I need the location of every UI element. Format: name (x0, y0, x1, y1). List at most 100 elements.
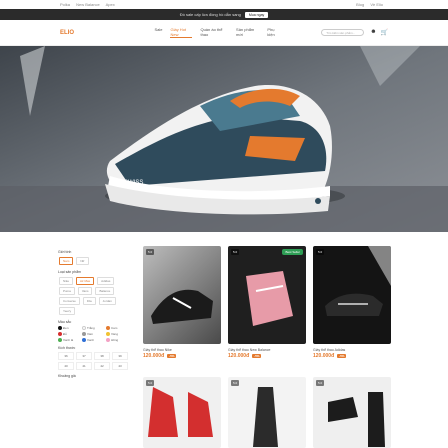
svg-text:K-SWISS: K-SWISS (118, 180, 143, 186)
filter-type[interactable]: Nike (59, 277, 74, 285)
filter-type[interactable]: Jordan (98, 297, 116, 305)
product-shoe-illustration (246, 271, 293, 326)
promo-button[interactable]: Mua ngay (244, 11, 269, 18)
color-label: Xám (87, 332, 94, 336)
product-image[interactable]: 5.0 (143, 246, 221, 344)
rating-badge: 5.0 (316, 380, 325, 386)
size-option[interactable]: 37 (76, 352, 92, 360)
filter-type[interactable]: Air Max (76, 277, 95, 285)
product-card[interactable]: 5.0 Best Seller Giày thể thao New Balanc… (228, 246, 306, 359)
search-input[interactable]: Tìm kiếm sản phẩm... (321, 29, 365, 36)
nav-sale[interactable]: Sale (154, 27, 162, 38)
color-option[interactable]: Đỏ (58, 332, 80, 336)
color-option[interactable]: Xanh lá (58, 338, 80, 342)
rating-badge: 5.0 (146, 249, 155, 255)
product-price: 120.000đ -5% (228, 353, 306, 359)
logo[interactable]: ELIO (60, 27, 78, 39)
size-option[interactable]: 36 (58, 352, 74, 360)
rating-badge: 5.0 (231, 380, 240, 386)
price-value: 120.000đ (228, 353, 250, 359)
filter-type[interactable]: Adidas (97, 277, 115, 285)
product-card[interactable]: 5.0 (313, 377, 391, 448)
color-swatches: Đen Trắng Cam Đỏ Xám Vàng Xanh lá Xanh H… (58, 326, 128, 342)
size-option[interactable]: 41 (76, 362, 92, 370)
product-card[interactable]: 5.0 Giày thể thao Adidas 120.000đ -5% (313, 246, 391, 359)
product-shoe-illustration (253, 387, 278, 447)
filter-gender-title: Giới tính (58, 250, 72, 254)
product-name[interactable]: Giày thể thao Adidas (313, 348, 391, 352)
product-image[interactable]: 5.0 (313, 246, 391, 344)
product-name[interactable]: Giày thể thao Nike (143, 348, 221, 352)
filter-type[interactable]: Balance (95, 287, 115, 295)
filter-color-title: Màu sắc (58, 320, 72, 324)
filter-type[interactable]: Yeezy (59, 307, 76, 315)
sale-badge: -5% (167, 354, 177, 358)
size-option[interactable]: 43 (112, 362, 128, 370)
size-option[interactable]: 38 (94, 352, 110, 360)
price-value: 120.000đ (313, 353, 335, 359)
color-label: Cam (111, 326, 118, 330)
color-label: Trắng (87, 326, 95, 330)
promo-banner: Đồ sale cấp lừa đồng hồ dẫn sang Mua nga… (0, 9, 448, 20)
product-shoe-illustration (325, 246, 391, 316)
color-label: Xanh lá (63, 338, 74, 342)
product-image[interactable]: 5.0 (313, 377, 391, 448)
size-option[interactable]: 39 (112, 352, 128, 360)
color-label: Đen (63, 326, 69, 330)
color-option[interactable]: Hồng (106, 338, 128, 342)
product-listing: Giới tính Nam Nữ Loại sản phẩm Nike Air … (0, 232, 448, 448)
cart-icon[interactable]: 🛒 (381, 29, 388, 36)
topbar-link-3[interactable]: Apex (106, 2, 115, 7)
product-grid: 5.0 Giày thể thao Nike 120.000đ -5% 5.0 B… (143, 246, 391, 359)
rating-badge: 5.0 (146, 380, 155, 386)
topbar-link-blog[interactable]: Blog (356, 2, 364, 7)
topbar-left-links: Polka New Balance Apex (60, 2, 120, 7)
product-price: 120.000đ -5% (143, 353, 221, 359)
price-value: 120.000đ (143, 353, 165, 359)
product-shoe-illustration (148, 387, 213, 437)
product-name[interactable]: Giày thể thao New Balance (228, 348, 306, 352)
sale-badge: -5% (252, 354, 262, 358)
filter-gender-male[interactable]: Nam (59, 257, 74, 265)
product-card[interactable]: 5.0 (143, 377, 221, 448)
nav-accessories[interactable]: Phụ kiện (267, 27, 281, 38)
color-option[interactable]: Vàng (106, 332, 128, 336)
filter-gender-female[interactable]: Nữ (76, 257, 89, 265)
color-option[interactable]: Xanh (82, 338, 104, 342)
nav-new-products[interactable]: Sản phẩm mới (236, 27, 259, 38)
topbar-link-1[interactable]: Polka (60, 2, 70, 7)
product-image[interactable]: 5.0 (143, 377, 221, 448)
color-label: Vàng (111, 332, 119, 336)
promo-text: Đồ sale cấp lừa đồng hồ dẫn sang (179, 12, 241, 17)
nav-hot-new[interactable]: Giày Hot New (170, 27, 193, 38)
product-image[interactable]: 5.0 (228, 377, 306, 448)
rating-badge: 5.0 (231, 249, 240, 255)
size-option[interactable]: 40 (58, 362, 74, 370)
hero-banner[interactable]: K-SWISS (0, 46, 448, 232)
main-nav: Sale Giày Hot New Quần áo thể thao Sản p… (154, 27, 281, 38)
color-option[interactable]: Cam (106, 326, 128, 330)
product-card[interactable]: 5.0 (228, 377, 306, 448)
logo-text: ELIO (60, 29, 75, 36)
color-option[interactable]: Đen (58, 326, 80, 330)
product-image[interactable]: 5.0 Best Seller (228, 246, 306, 344)
color-option[interactable]: Trắng (82, 326, 104, 330)
product-card[interactable]: 5.0 Giày thể thao Nike 120.000đ -5% (143, 246, 221, 359)
product-price: 120.000đ -5% (313, 353, 391, 359)
filter-type[interactable]: Converse (59, 297, 80, 305)
filter-size-title: Kích thước (58, 346, 76, 350)
topbar-link-about[interactable]: Về Elio (370, 2, 383, 7)
color-option[interactable]: Xám (82, 332, 104, 336)
nav-sportswear[interactable]: Quần áo thể thao (200, 27, 228, 38)
size-option[interactable]: 42 (94, 362, 110, 370)
topbar-link-2[interactable]: New Balance (76, 2, 100, 7)
best-seller-badge: Best Seller (282, 249, 303, 255)
filter-sidebar: Giới tính Nam Nữ Loại sản phẩm Nike Air … (58, 246, 128, 380)
user-icon[interactable]: ☻ (370, 29, 376, 36)
filter-type[interactable]: Puma (59, 287, 75, 295)
filter-type[interactable]: Fila (82, 297, 96, 305)
product-shoe-illustration (151, 289, 213, 324)
filter-type[interactable]: Vans (77, 287, 93, 295)
filter-type-title: Loại sản phẩm (58, 270, 81, 274)
product-shoe-illustration (328, 392, 385, 447)
